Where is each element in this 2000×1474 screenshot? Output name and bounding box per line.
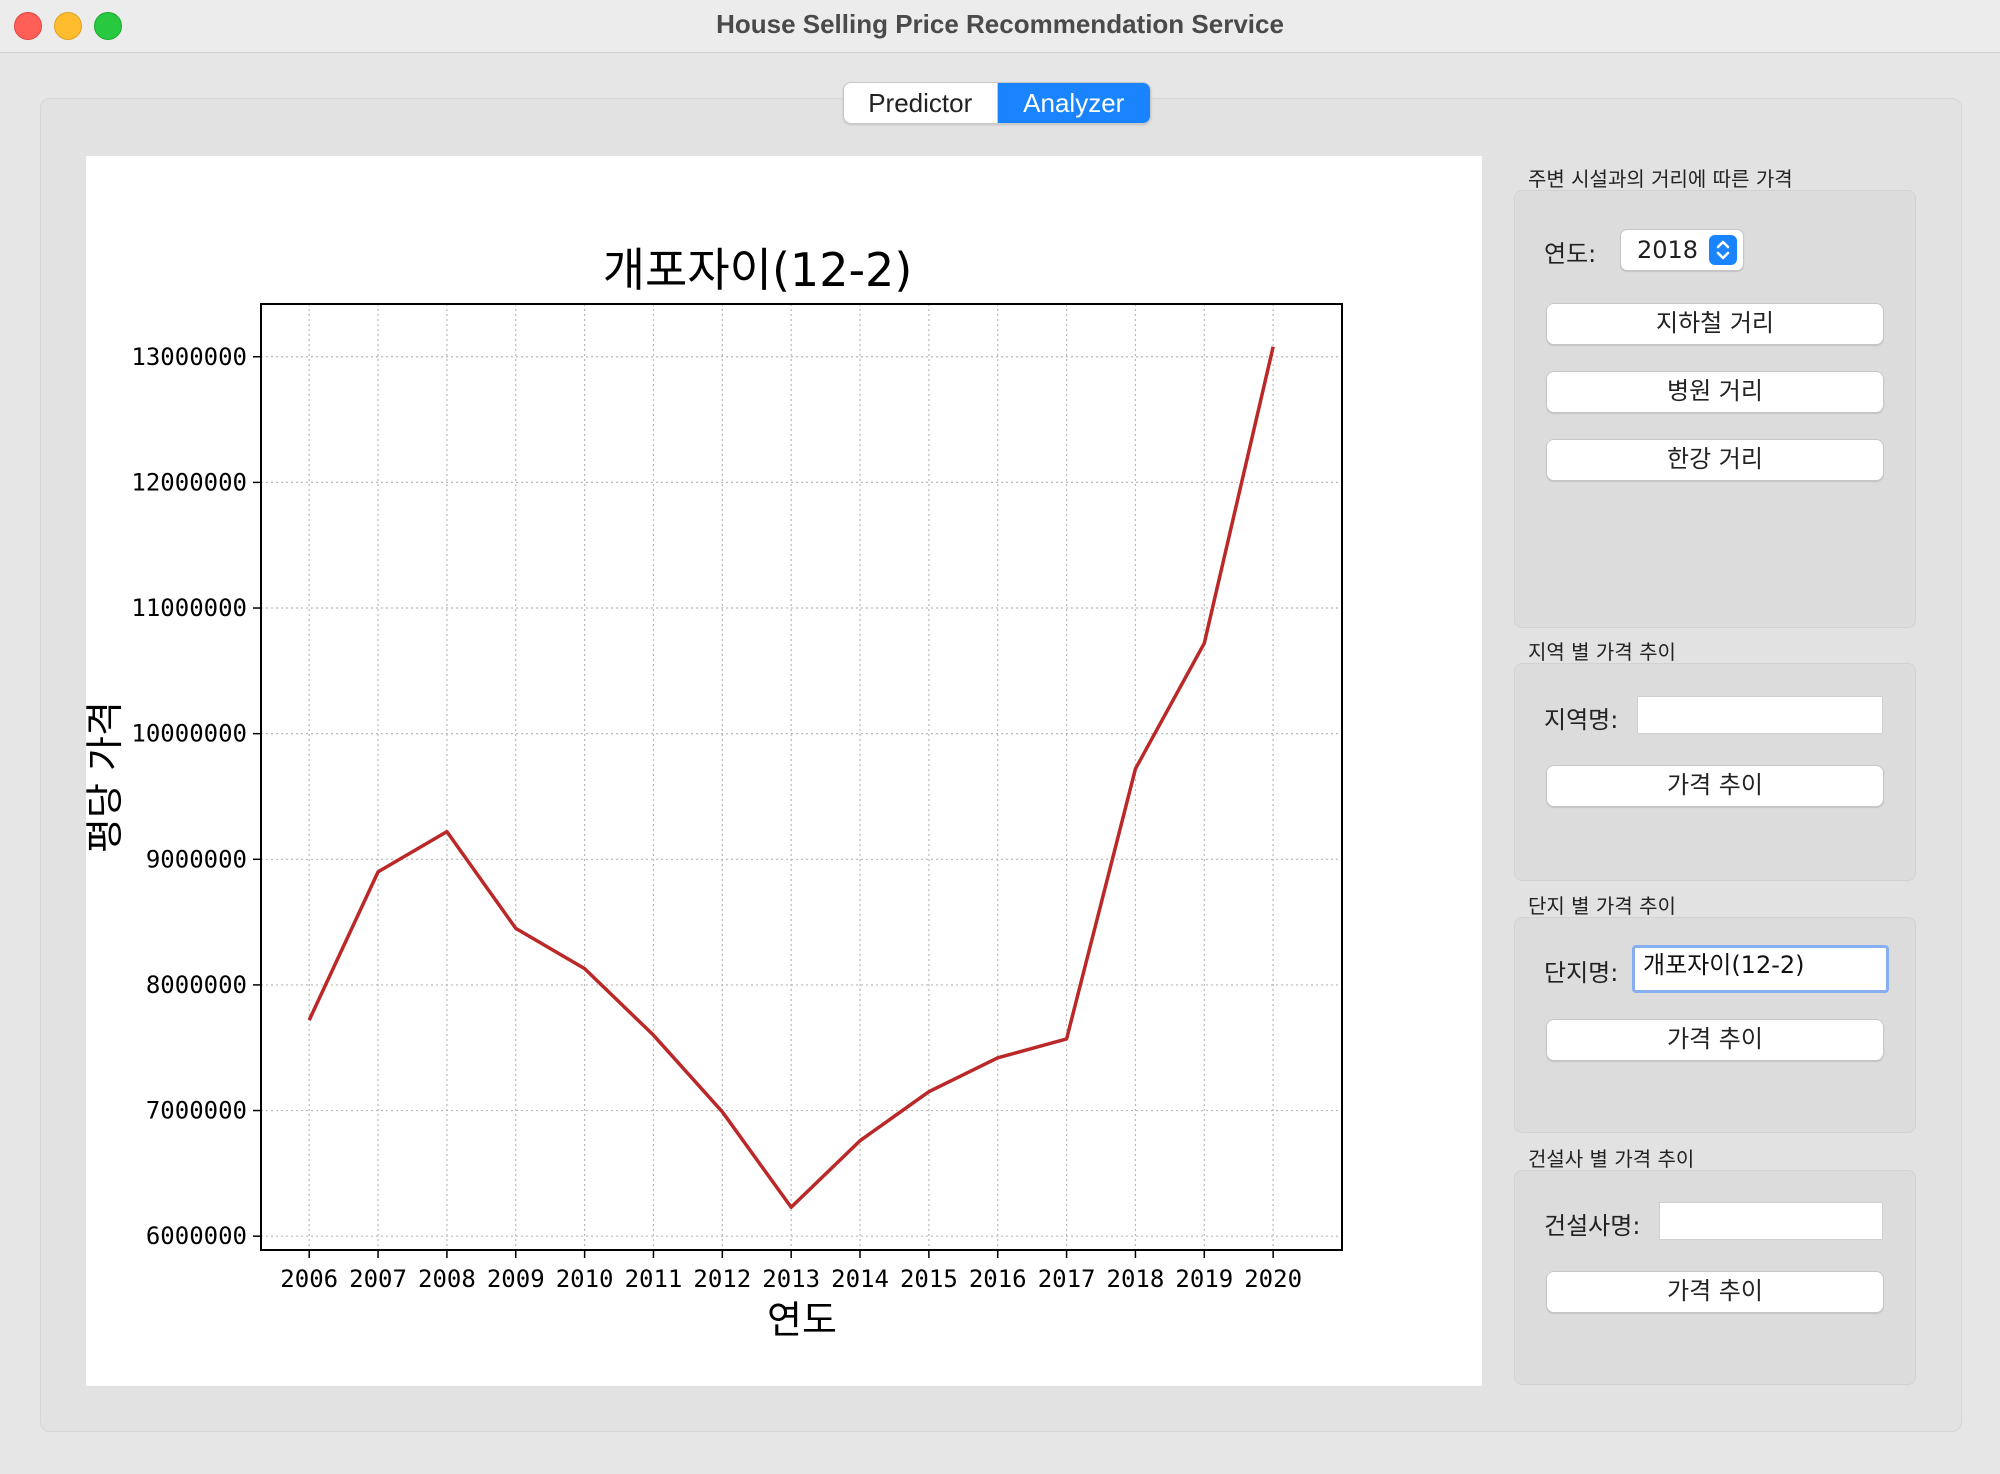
x-tick-label: 2020 — [1244, 1265, 1302, 1293]
y-tick-label: 12000000 — [131, 468, 247, 496]
x-axis-label: 연도 — [767, 1298, 837, 1342]
complex-price-trend-button[interactable]: 가격 추이 — [1546, 1019, 1884, 1061]
y-tick-label: 7000000 — [146, 1097, 247, 1125]
x-tick-label: 2019 — [1175, 1265, 1233, 1293]
complex-name-input[interactable]: 개포자이(12-2) — [1632, 945, 1889, 993]
distance-group-title: 주변 시설과의 거리에 따른 가격 — [1528, 167, 1793, 191]
builder-name-input[interactable] — [1659, 1202, 1883, 1240]
subway-distance-button[interactable]: 지하철 거리 — [1546, 303, 1884, 345]
y-tick-label: 8000000 — [146, 971, 247, 999]
y-axis-label: 평당 가격 — [86, 701, 127, 853]
year-label: 연도: — [1544, 240, 1597, 268]
complex-name-label: 단지명: — [1544, 959, 1619, 987]
x-tick-label: 2014 — [831, 1265, 889, 1293]
x-tick-label: 2012 — [693, 1265, 751, 1293]
region-name-input[interactable] — [1637, 696, 1883, 734]
x-tick-label: 2015 — [900, 1265, 958, 1293]
price-trend-chart: 2006 2007 2008 2009 2010 2011 2012 2013 2014 2015… — [86, 243, 1343, 1342]
x-tick-label: 2016 — [969, 1265, 1027, 1293]
x-tick-label: 2009 — [487, 1265, 545, 1293]
tab-predictor[interactable]: Predictor — [844, 83, 997, 123]
select-stepper-icon — [1709, 235, 1737, 265]
builder-group-title: 건설사 별 가격 추이 — [1528, 1147, 1695, 1171]
y-tick-label: 10000000 — [131, 720, 247, 748]
builder-name-label: 건설사명: — [1544, 1212, 1641, 1240]
tab-bar: Predictor Analyzer — [843, 82, 1151, 124]
x-tick-label: 2017 — [1038, 1265, 1096, 1293]
x-tick-label: 2007 — [349, 1265, 407, 1293]
axes-frame — [260, 303, 1343, 1251]
region-price-trend-button[interactable]: 가격 추이 — [1546, 765, 1884, 807]
x-tick-label: 2018 — [1107, 1265, 1165, 1293]
year-select-value: 2018 — [1637, 236, 1699, 264]
x-tick-label: 2008 — [418, 1265, 476, 1293]
y-tick-label: 11000000 — [131, 594, 247, 622]
window-title: House Selling Price Recommendation Servi… — [716, 9, 1284, 39]
builder-price-trend-button[interactable]: 가격 추이 — [1546, 1271, 1884, 1313]
window-titlebar: House Selling Price Recommendation Servi… — [0, 0, 2000, 53]
complex-group-title: 단지 별 가격 추이 — [1528, 894, 1676, 918]
x-tick-label: 2010 — [556, 1265, 614, 1293]
hospital-distance-button[interactable]: 병원 거리 — [1546, 371, 1884, 413]
y-tick-label: 13000000 — [131, 343, 247, 371]
hanriver-distance-button[interactable]: 한강 거리 — [1546, 439, 1884, 481]
x-tick-label: 2011 — [625, 1265, 683, 1293]
year-select[interactable]: 2018 — [1620, 229, 1744, 271]
x-tick-label: 2013 — [762, 1265, 820, 1293]
region-group-title: 지역 별 가격 추이 — [1528, 640, 1676, 664]
tab-analyzer[interactable]: Analyzer — [996, 83, 1150, 123]
y-tick-label: 6000000 — [146, 1222, 247, 1250]
y-tick-label: 9000000 — [146, 845, 247, 873]
chart-canvas: 2006 2007 2008 2009 2010 2011 2012 2013 2014 2015… — [86, 156, 1482, 1386]
chart-title: 개포자이(12-2) — [603, 243, 913, 297]
x-tick-label: 2006 — [280, 1265, 338, 1293]
region-name-label: 지역명: — [1544, 706, 1619, 734]
